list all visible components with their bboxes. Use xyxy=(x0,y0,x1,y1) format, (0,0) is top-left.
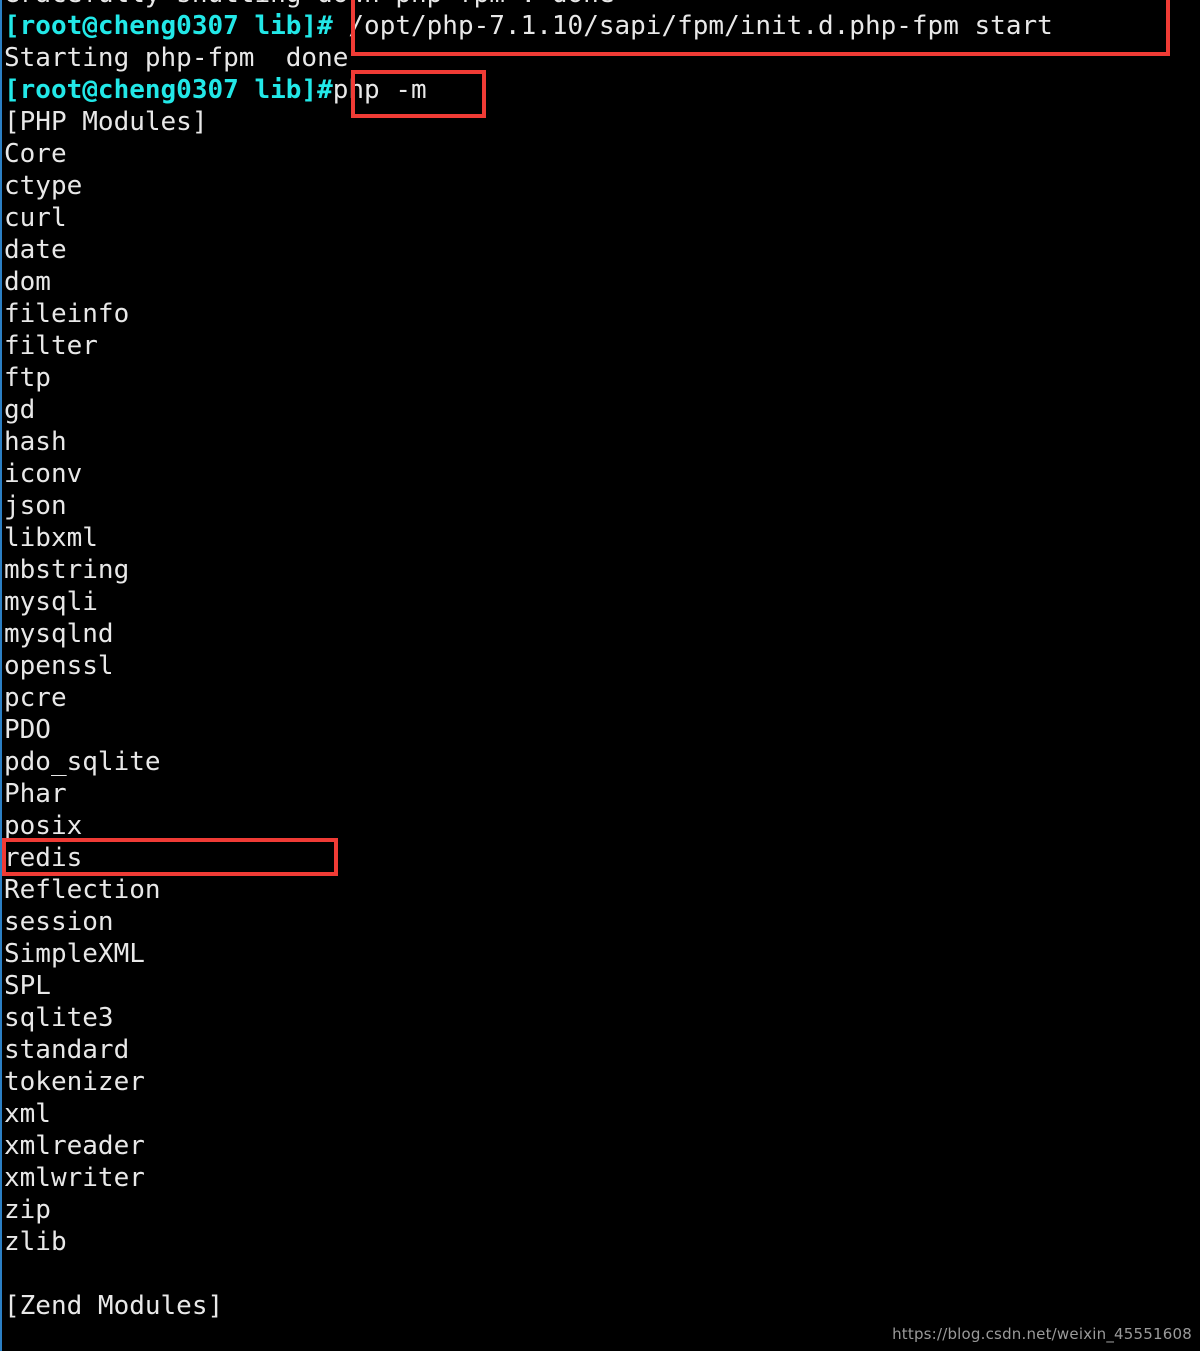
php-module-row: gd xyxy=(4,394,1200,426)
php-module-name: mysqli xyxy=(4,587,98,617)
command-text-start-fpm: /opt/php-7.1.10/sapi/fpm/init.d.php-fpm … xyxy=(332,11,1053,41)
php-module-row: mysqli xyxy=(4,586,1200,618)
output-line-starting-fpm: Starting php-fpm done xyxy=(4,42,1200,74)
php-modules-list: Core ctype curl date dom fileinfo filter ftp gd h… xyxy=(4,138,1200,1258)
output-text-starting-fpm: Starting php-fpm done xyxy=(4,43,349,73)
php-module-row: json xyxy=(4,490,1200,522)
php-module-row: SPL xyxy=(4,970,1200,1002)
php-module-name: mysqlnd xyxy=(4,619,114,649)
php-module-row: sqlite3 xyxy=(4,1002,1200,1034)
php-module-row: tokenizer xyxy=(4,1066,1200,1098)
php-module-name: libxml xyxy=(4,523,98,553)
php-module-row: xmlwriter xyxy=(4,1162,1200,1194)
php-module-row: Reflection xyxy=(4,874,1200,906)
php-module-name: redis xyxy=(4,843,83,873)
php-module-name: SPL xyxy=(4,971,51,1001)
php-module-row: redis xyxy=(4,842,1200,874)
php-module-row: pcre xyxy=(4,682,1200,714)
php-modules-header-text: [PHP Modules] xyxy=(4,107,208,137)
php-module-row: fileinfo xyxy=(4,298,1200,330)
php-module-row: openssl xyxy=(4,650,1200,682)
php-module-name: pdo_sqlite xyxy=(4,747,161,777)
php-module-row: filter xyxy=(4,330,1200,362)
php-module-name: openssl xyxy=(4,651,114,681)
php-module-name: fileinfo xyxy=(4,299,130,329)
php-module-name: posix xyxy=(4,811,83,841)
php-module-name: filter xyxy=(4,331,98,361)
terminal-screen[interactable]: Gracefully shutting down php-fpm . done … xyxy=(0,0,1200,1351)
php-module-name: Core xyxy=(4,139,67,169)
php-module-name: xmlreader xyxy=(4,1131,145,1161)
php-module-row: date xyxy=(4,234,1200,266)
php-module-row: pdo_sqlite xyxy=(4,746,1200,778)
php-module-row: xmlreader xyxy=(4,1130,1200,1162)
php-module-row: ftp xyxy=(4,362,1200,394)
php-module-row: iconv xyxy=(4,458,1200,490)
php-module-row: libxml xyxy=(4,522,1200,554)
php-module-row: dom xyxy=(4,266,1200,298)
scrollback-clipped-text: Gracefully shutting down php-fpm . done xyxy=(4,0,614,10)
php-module-name: xmlwriter xyxy=(4,1163,145,1193)
watermark-url: https://blog.csdn.net/weixin_45551608 xyxy=(892,1325,1192,1343)
php-module-row: PDO xyxy=(4,714,1200,746)
php-module-name: iconv xyxy=(4,459,83,489)
php-module-row: Phar xyxy=(4,778,1200,810)
php-module-row: Core xyxy=(4,138,1200,170)
php-module-name: curl xyxy=(4,203,67,233)
php-module-name: date xyxy=(4,235,67,265)
zend-modules-header-text: [Zend Modules] xyxy=(4,1291,224,1321)
php-module-row: zip xyxy=(4,1194,1200,1226)
command-text-php-m: php -m xyxy=(332,75,427,105)
php-module-name: tokenizer xyxy=(4,1067,145,1097)
command-line-start-fpm[interactable]: [root@cheng0307 lib]# /opt/php-7.1.10/sa… xyxy=(4,10,1200,42)
command-line-php-m[interactable]: [root@cheng0307 lib]#php -m xyxy=(4,74,1200,106)
php-module-row: ctype xyxy=(4,170,1200,202)
php-modules-header: [PHP Modules] xyxy=(4,106,1200,138)
php-module-name: dom xyxy=(4,267,51,297)
php-module-name: standard xyxy=(4,1035,130,1065)
php-module-name: ftp xyxy=(4,363,51,393)
php-module-name: Reflection xyxy=(4,875,161,905)
php-module-name: hash xyxy=(4,427,67,457)
php-module-name: ctype xyxy=(4,171,83,201)
php-module-name: mbstring xyxy=(4,555,130,585)
php-module-name: zlib xyxy=(4,1227,67,1257)
php-module-name: gd xyxy=(4,395,36,425)
php-module-row: xml xyxy=(4,1098,1200,1130)
blank-separator-line xyxy=(4,1258,1200,1290)
php-module-row: mbstring xyxy=(4,554,1200,586)
php-module-name: pcre xyxy=(4,683,67,713)
php-module-row: hash xyxy=(4,426,1200,458)
php-module-name: SimpleXML xyxy=(4,939,145,969)
shell-prompt: [root@cheng0307 lib]# xyxy=(4,75,333,105)
php-module-row: SimpleXML xyxy=(4,938,1200,970)
php-module-row: session xyxy=(4,906,1200,938)
php-module-name: zip xyxy=(4,1195,51,1225)
shell-prompt: [root@cheng0307 lib]# xyxy=(4,11,333,41)
php-module-row: posix xyxy=(4,810,1200,842)
php-module-name: xml xyxy=(4,1099,51,1129)
php-module-name: json xyxy=(4,491,67,521)
php-module-row: mysqlnd xyxy=(4,618,1200,650)
php-module-name: session xyxy=(4,907,114,937)
php-module-name: PDO xyxy=(4,715,51,745)
scrollback-clipped-line: Gracefully shutting down php-fpm . done xyxy=(4,0,1200,10)
php-module-row: curl xyxy=(4,202,1200,234)
zend-modules-header: [Zend Modules] xyxy=(4,1290,1200,1322)
terminal-window[interactable]: Gracefully shutting down php-fpm . done … xyxy=(0,0,1200,1351)
php-module-name: sqlite3 xyxy=(4,1003,114,1033)
php-module-row: standard xyxy=(4,1034,1200,1066)
php-module-row: zlib xyxy=(4,1226,1200,1258)
php-module-name: Phar xyxy=(4,779,67,809)
